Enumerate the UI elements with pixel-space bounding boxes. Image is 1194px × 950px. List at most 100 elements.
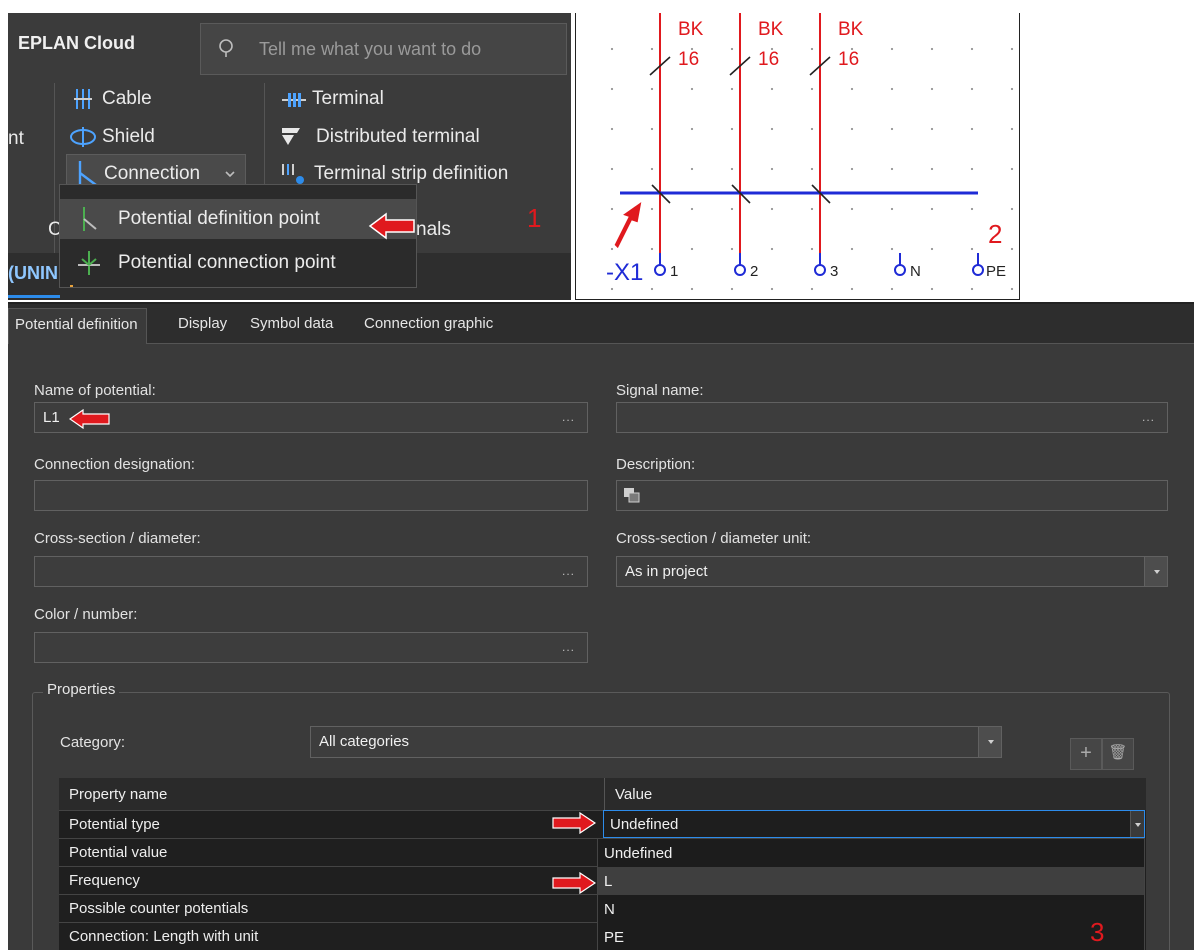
table-row[interactable]: Potential value (59, 838, 605, 866)
category-select[interactable]: All categories (310, 726, 1002, 758)
wire-color-label: BK (838, 19, 864, 40)
ribbon-shield-button[interactable]: Shield (102, 126, 155, 148)
wire-size-label: 16 (838, 49, 860, 70)
annotation-arrow-menu (368, 212, 415, 240)
option-n[interactable]: N (598, 895, 1144, 923)
annotation-arrow (69, 409, 110, 429)
connection-designation-field[interactable] (34, 480, 588, 511)
ribbon-cut-label: nt (8, 128, 24, 149)
menu-item-potential-definition-point[interactable]: Potential definition point (60, 199, 416, 239)
callout-number-2: 2 (988, 219, 1003, 249)
menu-item-partial (70, 285, 73, 287)
menu-item-potential-connection-point[interactable]: Potential connection point (60, 243, 416, 283)
column-header-value[interactable]: Value (605, 778, 1146, 810)
potential-type-options: Undefined L N PE (597, 838, 1145, 950)
browse-button[interactable]: ... (562, 564, 575, 578)
color-number-label: Color / number: (34, 606, 138, 623)
description-label: Description: (616, 456, 696, 473)
tab-symbol-data[interactable]: Symbol data (250, 315, 333, 332)
browse-button[interactable]: ... (1142, 410, 1155, 424)
cross-section-label: Cross-section / diameter: (34, 530, 201, 547)
terminal-number: N (910, 263, 921, 280)
schematic-canvas[interactable]: BK 16 BK 16 BK 16 -X1 1 2 3 N PE 2 (575, 13, 1020, 300)
properties-dialog: Potential definition Display Symbol data… (8, 302, 1194, 950)
ribbon-cable-button[interactable]: Cable (102, 88, 152, 110)
column-header-property-name[interactable]: Property name (59, 778, 605, 810)
property-name-cell: Potential type (69, 816, 160, 833)
ribbon-terminal-button[interactable]: Terminal (312, 88, 384, 110)
terminal-number: 1 (670, 263, 679, 280)
cross-section-unit-select[interactable]: As in project (616, 556, 1168, 587)
connection-icon (78, 161, 97, 186)
terminal-strip-label: -X1 (606, 259, 644, 286)
cross-section-field[interactable]: ... (34, 556, 588, 587)
cable-icon (74, 89, 92, 109)
dialog-tab-bar: Potential definition Display Symbol data… (8, 304, 1194, 344)
option-undefined[interactable]: Undefined (598, 839, 1144, 867)
distributed-terminal-icon (282, 128, 300, 145)
callout-number-1: 1 (527, 203, 542, 233)
dropdown-arrow-icon[interactable] (1144, 557, 1167, 586)
terminal-number: PE (986, 263, 1007, 280)
cross-section-unit-label: Cross-section / diameter unit: (616, 530, 812, 547)
color-number-field[interactable]: ... (34, 632, 588, 663)
delete-property-button[interactable]: 🗑 (1102, 738, 1134, 770)
browse-button[interactable]: ... (562, 640, 575, 654)
ribbon-distributed-terminal-button[interactable]: Distributed terminal (316, 126, 480, 148)
search-box[interactable]: Tell me what you want to do (200, 23, 567, 75)
multilanguage-icon[interactable] (623, 487, 641, 503)
property-name-cell: Potential value (69, 844, 168, 861)
ribbon-terminal-strip-definition-button[interactable]: Terminal strip definition (314, 163, 508, 185)
table-row[interactable]: Potential type (59, 810, 605, 838)
property-name-cell: Connection: Length with unit (69, 928, 259, 945)
category-value: All categories (319, 733, 410, 750)
name-of-potential-label: Name of potential: (34, 382, 156, 399)
name-of-potential-field[interactable]: L1 ... (34, 402, 588, 433)
connection-dropdown-menu: Potential definition point Potential con… (59, 184, 417, 288)
wire-size-label: 16 (758, 49, 780, 70)
wire-color-label: BK (678, 19, 704, 40)
table-row[interactable]: Frequency (59, 866, 605, 894)
ribbon-cut-label-nals: nals (416, 219, 451, 240)
signal-name-label: Signal name: (616, 382, 704, 399)
potential-type-select[interactable]: Undefined (603, 810, 1145, 838)
tab-potential-definition[interactable]: Potential definition (8, 308, 147, 344)
table-row[interactable]: Possible counter potentials (59, 894, 605, 922)
properties-legend: Properties (43, 681, 120, 698)
menu-item-label: Potential connection point (118, 252, 336, 273)
category-label: Category: (60, 734, 126, 751)
menu-item-label: Potential definition point (118, 208, 320, 229)
app-title: EPLAN Cloud (18, 33, 135, 53)
search-placeholder: Tell me what you want to do (259, 39, 482, 59)
chevron-down-icon[interactable] (224, 169, 236, 179)
terminal-icon (282, 93, 306, 107)
potential-connection-point-icon (78, 251, 100, 275)
lightbulb-icon (219, 39, 233, 57)
property-name-cell: Frequency (69, 872, 140, 889)
description-field[interactable] (616, 480, 1168, 511)
terminal-number: 3 (830, 263, 839, 280)
name-of-potential-value: L1 (43, 409, 60, 426)
option-l[interactable]: L (598, 867, 1144, 895)
callout-number-3: 3 (1090, 917, 1105, 947)
shield-icon (70, 127, 96, 147)
terminal-number: 2 (750, 263, 759, 280)
ribbon-connection-button[interactable]: Connection (104, 163, 200, 185)
table-row[interactable]: Connection: Length with unit (59, 922, 605, 950)
browse-button[interactable]: ... (562, 410, 575, 424)
wire-color-label: BK (758, 19, 784, 40)
ribbon-tab-fragment[interactable]: (UNIN (8, 263, 58, 284)
tab-connection-graphic[interactable]: Connection graphic (364, 315, 493, 332)
active-tab-indicator (8, 295, 60, 298)
signal-name-field[interactable]: ... (616, 402, 1168, 433)
dropdown-arrow-icon[interactable] (978, 727, 1001, 757)
dropdown-arrow-icon[interactable] (1130, 811, 1144, 837)
option-pe[interactable]: PE (598, 923, 1144, 950)
add-property-button[interactable]: + (1070, 738, 1102, 770)
property-name-cell: Possible counter potentials (69, 900, 249, 917)
tab-display[interactable]: Display (178, 315, 227, 332)
wire-size-label: 16 (678, 49, 700, 70)
schematic-drawing (613, 13, 984, 276)
potential-type-value: Undefined (610, 816, 679, 833)
connection-designation-label: Connection designation: (34, 456, 195, 473)
